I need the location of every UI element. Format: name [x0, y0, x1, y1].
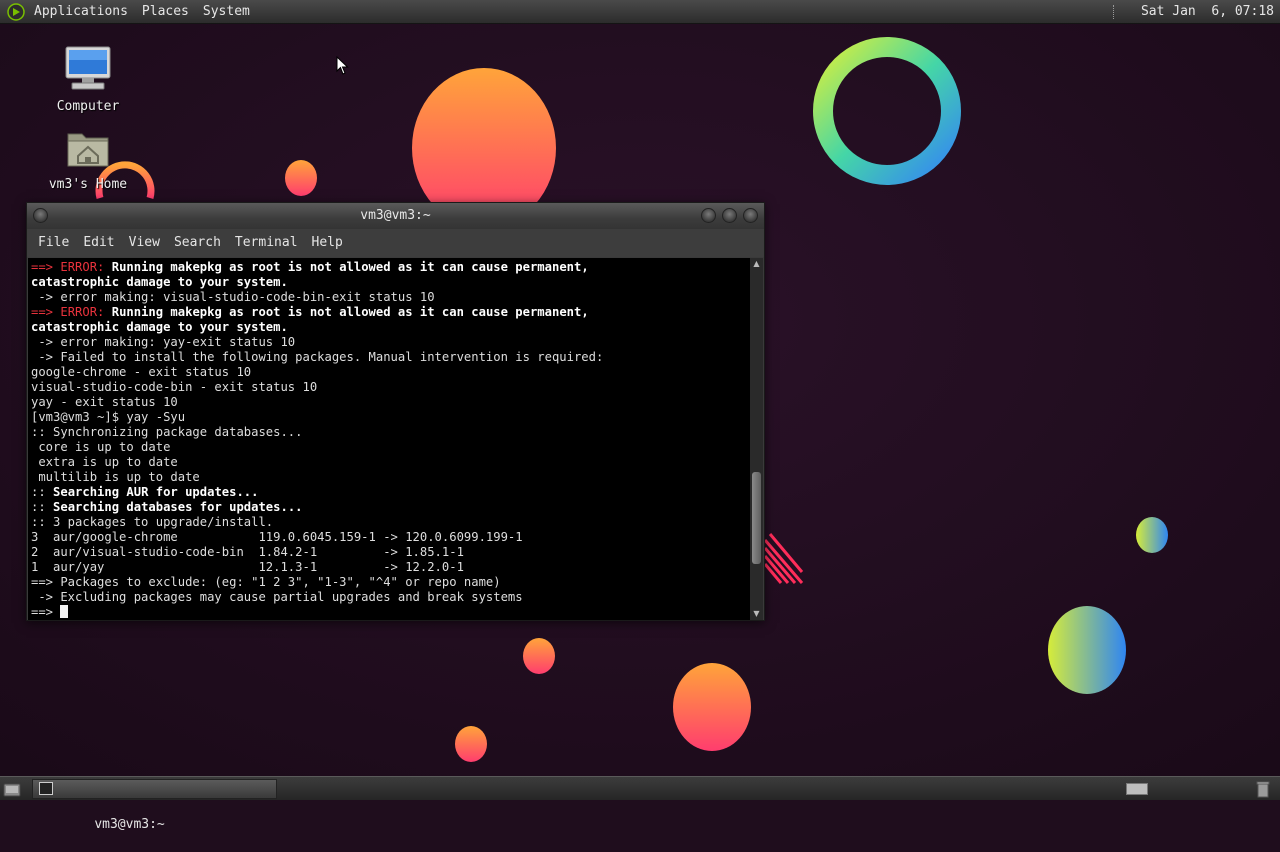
menu-file[interactable]: File — [31, 229, 76, 257]
minimize-button[interactable] — [701, 208, 716, 223]
terminal-line: yay - exit status 10 — [31, 395, 750, 410]
terminal-text: ERROR: — [60, 305, 112, 319]
terminal-text: -> Excluding packages may cause partial … — [31, 590, 523, 604]
terminal-text: :: — [31, 500, 54, 514]
terminal-text: google-chrome - exit status 10 — [31, 365, 252, 379]
bottom-panel: vm3@vm3:~ — [0, 776, 1280, 832]
computer-icon — [65, 46, 111, 90]
trash-icon[interactable] — [1256, 780, 1270, 798]
scroll-up-icon[interactable]: ▲ — [750, 258, 763, 270]
terminal-text: Searching databases for updates... — [53, 500, 303, 514]
window-titlebar[interactable]: vm3@vm3:~ — [27, 203, 764, 229]
terminal-text: [vm3@vm3 ~]$ yay -Syu — [31, 410, 186, 424]
terminal-text: 1 aur/yay 12.1.3-1 -> 12.2.0-1 — [31, 560, 464, 574]
desktop-icon-label: vm3's Home — [48, 177, 128, 192]
terminal-line: google-chrome - exit status 10 — [31, 365, 750, 380]
menu-edit[interactable]: Edit — [76, 229, 121, 257]
menu-bar: File Edit View Search Terminal Help — [27, 229, 764, 257]
taskbar-item-terminal[interactable]: vm3@vm3:~ — [32, 779, 277, 832]
applications-menu[interactable]: Applications — [27, 0, 135, 24]
menu-view[interactable]: View — [122, 229, 167, 257]
terminal-line: multilib is up to date — [31, 470, 750, 485]
terminal-line: 3 aur/google-chrome 119.0.6045.159-1 -> … — [31, 530, 750, 545]
terminal-line: -> error making: yay-exit status 10 — [31, 335, 750, 350]
terminal-text: extra is up to date — [31, 455, 178, 469]
close-button[interactable] — [743, 208, 758, 223]
menu-help[interactable]: Help — [305, 229, 350, 257]
system-menu[interactable]: System — [196, 0, 257, 24]
terminal-text: catastrophic damage to your system. — [31, 320, 288, 334]
top-panel: Applications Places System Sat Jan 6, 07… — [0, 0, 1280, 24]
terminal-line: ==> ERROR: Running makepkg as root is no… — [31, 305, 750, 320]
terminal-line: ==> Packages to exclude: (eg: "1 2 3", "… — [31, 575, 750, 590]
terminal-text: catastrophic damage to your system. — [31, 275, 288, 289]
terminal-text: Running makepkg as root is not allowed a… — [111, 260, 589, 274]
distro-logo-icon[interactable] — [7, 2, 25, 21]
terminal-line: extra is up to date — [31, 455, 750, 470]
terminal-text: -> error making: yay-exit status 10 — [31, 335, 296, 349]
terminal-text: Searching AUR for updates... — [53, 485, 259, 499]
terminal-line: 2 aur/visual-studio-code-bin 1.84.2-1 ->… — [31, 545, 750, 560]
desktop-icon-computer[interactable]: Computer — [43, 46, 133, 114]
terminal-text: ==> Packages to exclude: (eg: "1 2 3", "… — [31, 575, 501, 589]
terminal-text: :: 3 packages to upgrade/install. — [31, 515, 274, 529]
terminal-text: 3 aur/google-chrome 119.0.6045.159-1 -> … — [31, 530, 523, 544]
desktop-icon-label: Computer — [56, 99, 120, 114]
terminal-text: :: Synchronizing package databases... — [31, 425, 303, 439]
taskbar-item-label: vm3@vm3:~ — [94, 817, 165, 832]
terminal-text: -> error making: visual-studio-code-bin-… — [31, 290, 435, 304]
terminal-scrollbar[interactable]: ▲ ▼ — [750, 258, 763, 620]
clock[interactable]: Sat Jan 6, 07:18 — [1141, 0, 1274, 24]
scroll-down-icon[interactable]: ▼ — [750, 608, 763, 620]
terminal-text: ==> — [31, 260, 61, 274]
window-menu-button[interactable] — [33, 208, 48, 223]
terminal-line: ==> — [31, 605, 750, 620]
maximize-button[interactable] — [722, 208, 737, 223]
terminal-text: multilib is up to date — [31, 470, 200, 484]
desktop-icon-home[interactable]: vm3's Home — [43, 128, 133, 192]
terminal-line: -> Failed to install the following packa… — [31, 350, 750, 365]
terminal-text: :: — [31, 485, 54, 499]
terminal-line: :: Searching AUR for updates... — [31, 485, 750, 500]
panel-separator — [1113, 5, 1116, 19]
terminal-text: ERROR: — [60, 260, 112, 274]
terminal-line: :: 3 packages to upgrade/install. — [31, 515, 750, 530]
terminal-icon — [39, 782, 53, 795]
terminal-line: core is up to date — [31, 440, 750, 455]
terminal-text: yay - exit status 10 — [31, 395, 178, 409]
scrollbar-thumb[interactable] — [752, 472, 761, 564]
terminal-text: ==> — [31, 305, 61, 319]
terminal-line: catastrophic damage to your system. — [31, 275, 750, 290]
mouse-pointer-icon — [336, 56, 349, 75]
menu-search[interactable]: Search — [167, 229, 228, 257]
terminal-text: ==> — [31, 605, 61, 619]
terminal-window[interactable]: vm3@vm3:~ File Edit View Search Terminal… — [26, 202, 765, 621]
terminal-text: 2 aur/visual-studio-code-bin 1.84.2-1 ->… — [31, 545, 464, 559]
terminal-line: visual-studio-code-bin - exit status 10 — [31, 380, 750, 395]
menu-terminal[interactable]: Terminal — [228, 229, 305, 257]
terminal-text: core is up to date — [31, 440, 171, 454]
terminal-cursor — [60, 605, 69, 618]
terminal-line: -> error making: visual-studio-code-bin-… — [31, 290, 750, 305]
terminal-line: -> Excluding packages may cause partial … — [31, 590, 750, 605]
window-title: vm3@vm3:~ — [360, 208, 431, 223]
terminal-output[interactable]: ==> ERROR: Running makepkg as root is no… — [28, 258, 750, 620]
workspace-switcher[interactable] — [1126, 783, 1148, 795]
home-folder-icon — [67, 133, 109, 167]
terminal-text: visual-studio-code-bin - exit status 10 — [31, 380, 318, 394]
show-desktop-icon[interactable] — [2, 780, 22, 798]
terminal-line: :: Searching databases for updates... — [31, 500, 750, 515]
terminal-text: Running makepkg as root is not allowed a… — [111, 305, 589, 319]
terminal-line: catastrophic damage to your system. — [31, 320, 750, 335]
places-menu[interactable]: Places — [135, 0, 196, 24]
terminal-line: :: Synchronizing package databases... — [31, 425, 750, 440]
terminal-line: [vm3@vm3 ~]$ yay -Syu — [31, 410, 750, 425]
terminal-line: ==> ERROR: Running makepkg as root is no… — [31, 260, 750, 275]
terminal-line: 1 aur/yay 12.1.3-1 -> 12.2.0-1 — [31, 560, 750, 575]
terminal-text: -> Failed to install the following packa… — [31, 350, 604, 364]
